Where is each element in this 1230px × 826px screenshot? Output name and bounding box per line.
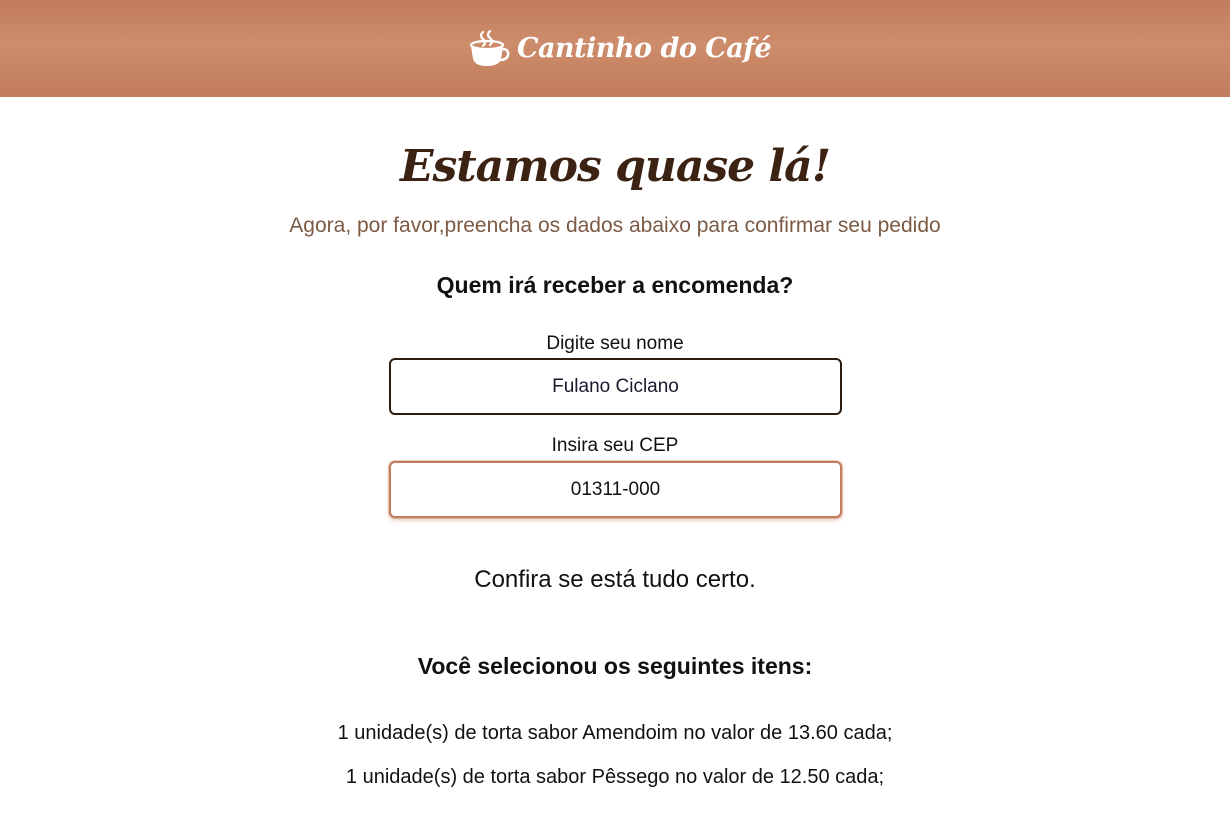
coffee-cup-icon [469,29,510,66]
items-heading: Você selecionou os seguintes itens: [417,653,813,679]
cep-input[interactable] [389,461,842,518]
order-items-list: 1 unidade(s) de torta sabor Amendoim no … [0,717,1230,805]
cep-label: Insira seu CEP [551,435,679,456]
brand-name: Cantinho do Café [516,33,772,64]
page-subtitle: Agora, por favor,preencha os dados abaix… [289,214,941,237]
checkout-main: Estamos quase lá! Agora, por favor,preen… [0,97,1230,826]
site-header: Cantinho do Café [0,0,1230,97]
name-label: Digite seu nome [546,333,684,354]
name-input[interactable] [389,358,842,415]
order-item: 1 unidade(s) de torta sabor Amendoim no … [337,722,893,744]
recipient-heading: Quem irá receber a encomenda? [436,272,794,298]
order-item: 1 unidade(s) de torta sabor Pêssego no v… [345,766,885,788]
brand[interactable]: Cantinho do Café [467,29,772,69]
confirm-text: Confira se está tudo certo. [474,566,756,593]
page-title: Estamos quase lá! [399,141,831,192]
